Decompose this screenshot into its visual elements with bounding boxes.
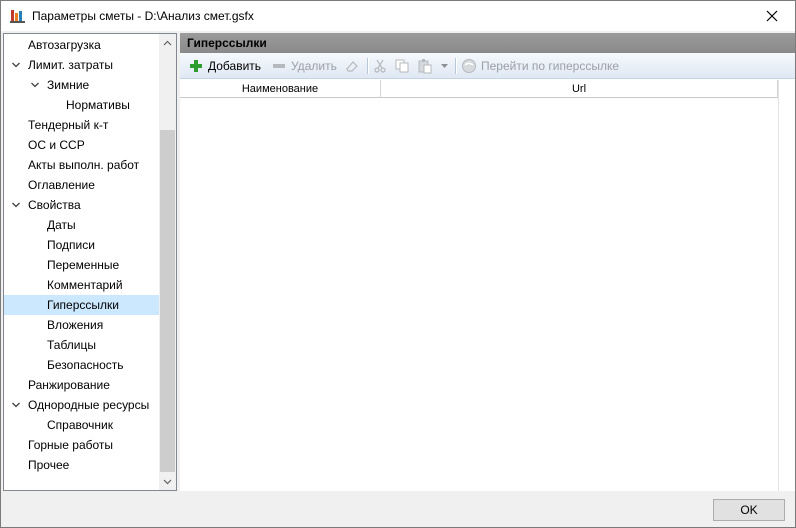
tree-item-label: Безопасность bbox=[47, 358, 124, 372]
tree-item[interactable]: Однородные ресурсы bbox=[4, 395, 159, 415]
tree-item-label: Автозагрузка bbox=[28, 38, 101, 52]
chevron-down-icon bbox=[163, 479, 172, 484]
globe-icon bbox=[461, 58, 477, 74]
tree-item[interactable]: Оглавление bbox=[4, 175, 159, 195]
grid-header: Наименование Url bbox=[180, 80, 778, 98]
tree-item-label: Справочник bbox=[47, 418, 113, 432]
toolbar-separator bbox=[367, 58, 368, 74]
tree-item-label: Нормативы bbox=[66, 98, 130, 112]
tree-item[interactable]: Даты bbox=[4, 215, 159, 235]
tree-item-label: Таблицы bbox=[47, 338, 97, 352]
hyperlinks-grid[interactable] bbox=[180, 98, 778, 491]
tree-item[interactable]: Подписи bbox=[4, 235, 159, 255]
tree-item[interactable]: Нормативы bbox=[4, 95, 159, 115]
add-button-label: Добавить bbox=[208, 59, 262, 73]
tree-item-label: Однородные ресурсы bbox=[28, 398, 150, 412]
settings-tree[interactable]: Автозагрузка Лимит. затраты Зимние Норматив… bbox=[3, 33, 177, 491]
delete-button[interactable]: Удалить bbox=[271, 56, 337, 76]
tree-item[interactable]: Лимит. затраты bbox=[4, 55, 159, 75]
scroll-down-button[interactable] bbox=[159, 473, 176, 490]
delete-button-label: Удалить bbox=[291, 59, 337, 73]
scroll-thumb[interactable] bbox=[160, 130, 175, 472]
expand-chevron-icon[interactable] bbox=[11, 60, 21, 70]
tree-item[interactable]: Автозагрузка bbox=[4, 35, 159, 55]
tree-item-label: Прочее bbox=[28, 458, 70, 472]
eraser-icon bbox=[344, 58, 360, 74]
ok-button[interactable]: OK bbox=[713, 499, 785, 521]
copy-button[interactable] bbox=[394, 56, 410, 76]
expand-chevron-icon[interactable] bbox=[11, 400, 21, 410]
toolbar-separator bbox=[455, 58, 456, 74]
tree-item[interactable]: Вложения bbox=[4, 315, 159, 335]
minus-icon bbox=[271, 58, 287, 74]
tree-item[interactable]: Безопасность bbox=[4, 355, 159, 375]
tree-item-label: Оглавление bbox=[28, 178, 95, 192]
chevron-up-icon bbox=[163, 40, 172, 45]
column-header-url[interactable]: Url bbox=[381, 80, 778, 98]
paste-dropdown-button[interactable] bbox=[441, 56, 448, 76]
tree-item-label: Комментарий bbox=[47, 278, 123, 292]
tree-item-label: Подписи bbox=[47, 238, 95, 252]
eraser-button[interactable] bbox=[344, 56, 360, 76]
tree-item-label: Лимит. затраты bbox=[28, 58, 113, 72]
tree-item[interactable]: Горные работы bbox=[4, 435, 159, 455]
panel-title: Гиперссылки bbox=[180, 33, 795, 53]
tree-item[interactable]: ОС и ССР bbox=[4, 135, 159, 155]
tree-item-label: Зимние bbox=[47, 78, 90, 92]
tree-item-label: Акты выполн. работ bbox=[28, 158, 140, 172]
tree-item[interactable]: Комментарий bbox=[4, 275, 159, 295]
tree-item-label: Ранжирование bbox=[28, 378, 110, 392]
tree-item[interactable]: Прочее bbox=[4, 455, 159, 475]
scissors-icon bbox=[372, 58, 388, 74]
tree-item-label: Гиперссылки bbox=[47, 298, 119, 312]
goto-link-button[interactable]: Перейти по гиперссылке bbox=[461, 56, 619, 76]
tree-item[interactable]: Переменные bbox=[4, 255, 159, 275]
tree-item-label: Даты bbox=[47, 218, 76, 232]
copy-icon bbox=[394, 58, 410, 74]
expand-chevron-icon[interactable] bbox=[30, 80, 40, 90]
tree-scrollbar[interactable] bbox=[159, 34, 176, 490]
tree-item[interactable]: Ранжирование bbox=[4, 375, 159, 395]
tree-item-label: Переменные bbox=[47, 258, 120, 272]
cut-button[interactable] bbox=[372, 56, 388, 76]
tree-item-label: Свойства bbox=[28, 198, 81, 212]
paste-icon bbox=[417, 58, 433, 74]
tree-item[interactable]: Зимние bbox=[4, 75, 159, 95]
tree-item[interactable]: Гиперссылки bbox=[4, 295, 159, 315]
toolbar: Добавить Удалить Перейти по гиперссылке bbox=[180, 53, 795, 79]
tree-item-label: Горные работы bbox=[28, 438, 114, 452]
column-header-name[interactable]: Наименование bbox=[180, 80, 381, 98]
tree-item[interactable]: Свойства bbox=[4, 195, 159, 215]
tree-item[interactable]: Справочник bbox=[4, 415, 159, 435]
caret-down-icon bbox=[441, 64, 448, 68]
hyperlinks-panel: Гиперссылки Добавить Удалить Перейти по … bbox=[180, 33, 795, 491]
tree-item-label: Тендерный к-т bbox=[28, 118, 109, 132]
dialog-window: Параметры сметы - D:\Анализ смет.gsfx Ав… bbox=[0, 0, 796, 528]
tree-item[interactable]: Тендерный к-т bbox=[4, 115, 159, 135]
tree-item-label: ОС и ССР bbox=[28, 138, 85, 152]
grid-border bbox=[778, 80, 779, 491]
close-button[interactable] bbox=[749, 1, 795, 31]
paste-button[interactable] bbox=[417, 56, 433, 76]
app-icon bbox=[10, 9, 25, 23]
window-title: Параметры сметы - D:\Анализ смет.gsfx bbox=[32, 9, 254, 23]
plus-icon bbox=[188, 58, 204, 74]
close-icon bbox=[766, 10, 778, 22]
goto-link-label: Перейти по гиперссылке bbox=[481, 59, 619, 73]
title-bar: Параметры сметы - D:\Анализ смет.gsfx bbox=[1, 1, 795, 31]
expand-chevron-icon[interactable] bbox=[11, 200, 21, 210]
tree-item[interactable]: Таблицы bbox=[4, 335, 159, 355]
scroll-up-button[interactable] bbox=[159, 34, 176, 51]
tree-item-label: Вложения bbox=[47, 318, 104, 332]
add-button[interactable]: Добавить bbox=[188, 56, 261, 76]
tree-item[interactable]: Акты выполн. работ bbox=[4, 155, 159, 175]
